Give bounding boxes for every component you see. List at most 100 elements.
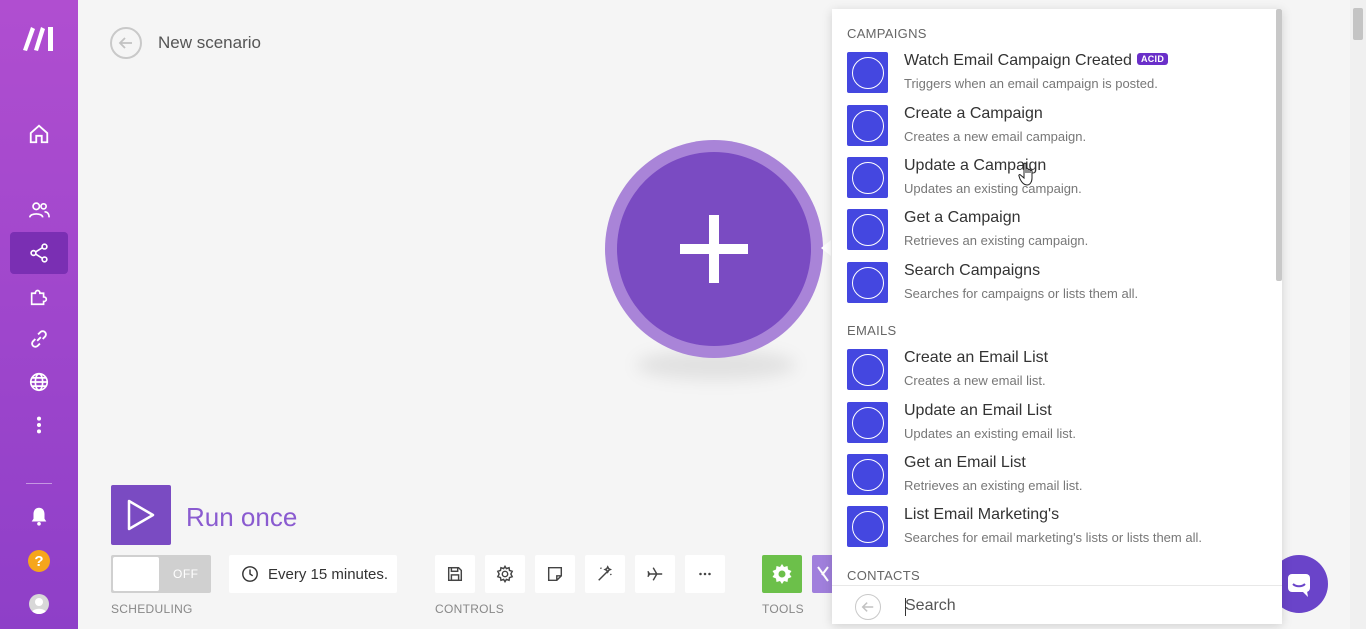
auto-align-button[interactable] (585, 555, 625, 593)
module-title: Search Campaigns (904, 262, 1041, 279)
schedule-button[interactable]: Every 15 minutes. (229, 555, 397, 593)
toggle-label: OFF (173, 567, 199, 581)
scheduling-section-label: SCHEDULING (111, 602, 193, 616)
sidebar-divider (26, 483, 52, 484)
clock-icon (242, 566, 258, 582)
module-description: Retrieves an existing email list. (904, 478, 1083, 493)
page-scrollbar[interactable] (1350, 0, 1366, 629)
add-module-button[interactable] (617, 152, 811, 346)
module-title: List Email Marketing's (904, 506, 1060, 523)
module-title: Create a Campaign (904, 105, 1043, 122)
flow-control-icon (817, 566, 829, 582)
sidebar-item-home[interactable] (10, 113, 68, 155)
module-update-an-email-list[interactable]: Update an Email List Updates an existing… (847, 402, 1267, 450)
module-description: Creates a new email campaign. (904, 129, 1087, 144)
scenario-settings-button[interactable] (485, 555, 525, 593)
explain-flow-button[interactable] (635, 555, 675, 593)
sidebar: ? (0, 0, 78, 629)
group-title-campaigns: CAMPAIGNS (847, 26, 927, 41)
tools-settings-button[interactable] (762, 555, 802, 593)
puzzle-icon (30, 289, 48, 306)
module-description: Triggers when an email campaign is poste… (904, 76, 1158, 91)
app-icon (847, 157, 888, 198)
share-nodes-icon (30, 243, 48, 263)
sidebar-item-more[interactable] (10, 404, 68, 446)
chat-icon (1288, 574, 1310, 597)
app-icon (847, 506, 888, 547)
group-title-emails: EMAILS (847, 323, 897, 338)
text-caret (905, 598, 906, 616)
plus-icon (680, 215, 748, 283)
module-description: Searches for campaigns or lists them all… (904, 286, 1139, 301)
sidebar-item-templates[interactable] (10, 275, 68, 317)
module-title: Get a Campaign (904, 209, 1021, 226)
module-title: Update an Email List (904, 402, 1052, 419)
module-description: Updates an existing email list. (904, 426, 1076, 441)
make-logo-icon[interactable] (21, 24, 57, 52)
module-update-a-campaign[interactable]: Update a Campaign Updates an existing ca… (847, 157, 1267, 205)
module-description: Creates a new email list. (904, 373, 1046, 388)
help-icon[interactable]: ? (28, 550, 50, 572)
globe-icon (29, 372, 49, 392)
gear-icon (496, 565, 514, 583)
home-icon (29, 124, 49, 144)
app-icon (847, 262, 888, 303)
app-icon (847, 52, 888, 93)
module-watch-email-campaign-created[interactable]: Watch Email Campaign Created ACID Trigger… (847, 52, 1267, 100)
sidebar-item-notifications[interactable] (10, 495, 68, 537)
page-scrollbar-thumb[interactable] (1353, 8, 1363, 40)
save-button[interactable] (435, 555, 475, 593)
scenario-title[interactable]: New scenario (158, 33, 261, 53)
scheduling-toggle[interactable]: OFF (111, 555, 211, 593)
back-button[interactable] (110, 27, 142, 59)
save-icon (447, 566, 463, 582)
user-avatar-icon[interactable] (29, 594, 49, 614)
flow-control-button[interactable] (812, 555, 834, 593)
schedule-label: Every 15 minutes. (268, 565, 389, 583)
more-controls-button[interactable] (685, 555, 725, 593)
run-once-button[interactable] (111, 485, 171, 545)
module-title: Get an Email List (904, 454, 1026, 471)
module-search-input[interactable] (905, 592, 1245, 620)
sidebar-item-webhooks[interactable] (10, 361, 68, 403)
module-title: Watch Email Campaign Created ACID (904, 52, 1169, 70)
team-icon (29, 202, 50, 218)
app-icon (847, 209, 888, 250)
module-picker-panel: CAMPAIGNS Watch Email Campaign Created AC… (832, 9, 1282, 624)
more-vertical-icon (36, 416, 42, 434)
module-get-a-campaign[interactable]: Get a Campaign Retrieves an existing cam… (847, 209, 1267, 257)
magic-wand-icon (598, 565, 613, 581)
bell-icon (31, 507, 47, 526)
app-icon (847, 105, 888, 146)
search-back-button[interactable] (855, 594, 881, 620)
group-title-contacts: CONTACTS (847, 568, 920, 583)
module-create-a-campaign[interactable]: Create a Campaign Creates a new email ca… (847, 105, 1267, 153)
module-create-an-email-list[interactable]: Create an Email List Creates a new email… (847, 349, 1267, 397)
module-description: Retrieves an existing campaign. (904, 233, 1089, 248)
arrow-left-icon (118, 37, 132, 49)
app-icon (847, 454, 888, 495)
notes-button[interactable] (535, 555, 575, 593)
sidebar-item-scenarios[interactable] (10, 232, 68, 274)
app-icon (847, 349, 888, 390)
sidebar-item-connections[interactable] (10, 318, 68, 360)
run-once-label[interactable]: Run once (186, 502, 297, 533)
arrow-left-icon (861, 602, 874, 612)
help-label: ? (34, 552, 44, 570)
app-icon (847, 402, 888, 443)
module-description: Updates an existing campaign. (904, 181, 1082, 196)
play-icon (127, 499, 155, 531)
toggle-knob (113, 557, 159, 591)
sidebar-item-team[interactable] (10, 189, 68, 231)
link-icon (31, 330, 47, 348)
module-get-an-email-list[interactable]: Get an Email List Retrieves an existing … (847, 454, 1267, 502)
panel-scrollbar[interactable] (1276, 9, 1282, 281)
gear-icon (772, 564, 792, 584)
hand-cursor-icon (1018, 162, 1033, 186)
module-search-bar (832, 585, 1282, 624)
module-title: Create an Email List (904, 349, 1049, 366)
tools-section-label: TOOLS (762, 602, 804, 616)
module-search-campaigns[interactable]: Search Campaigns Searches for campaigns … (847, 262, 1267, 310)
acid-badge: ACID (1136, 53, 1169, 65)
module-list-email-marketings[interactable]: List Email Marketing's Searches for emai… (847, 506, 1267, 554)
